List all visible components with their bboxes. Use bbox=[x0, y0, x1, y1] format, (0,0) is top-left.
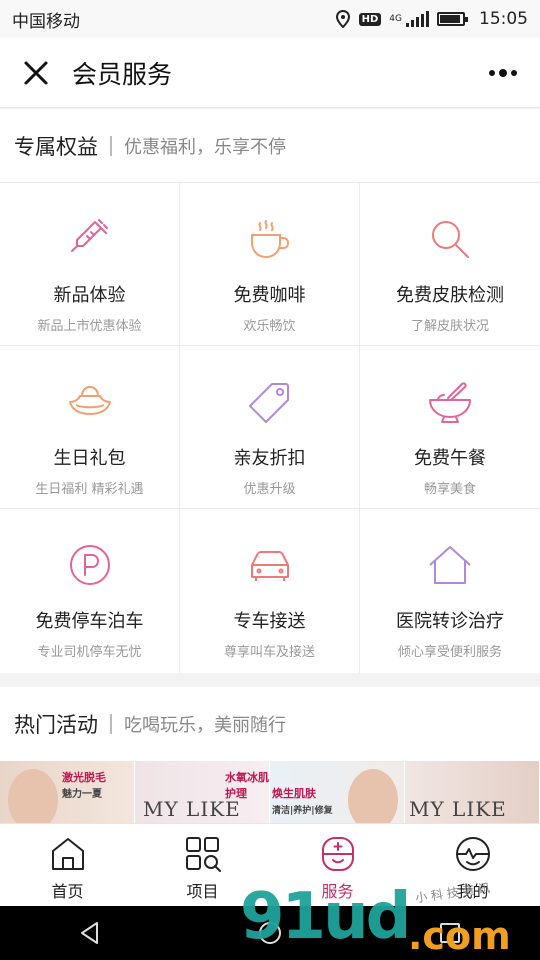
hd-badge: HD bbox=[358, 12, 382, 26]
nav-bar: 会员服务 bbox=[0, 38, 540, 108]
section-divider bbox=[110, 135, 112, 156]
benefits-grid: 新品体验 新品上市优惠体验 免费咖啡 欢乐畅饮 免费皮肤检测 了解皮肤状况 生日… bbox=[0, 183, 540, 673]
tab-service[interactable]: 服务 bbox=[270, 824, 405, 906]
tab-label: 项目 bbox=[186, 882, 219, 901]
benefit-title: 新品体验 bbox=[53, 285, 126, 306]
more-dot-icon bbox=[489, 70, 495, 76]
coffee-cup-icon bbox=[250, 220, 289, 259]
benefit-subtitle: 畅享美食 bbox=[423, 482, 476, 497]
benefit-subtitle: 优惠升级 bbox=[243, 482, 296, 497]
model-face-image bbox=[8, 769, 58, 823]
more-dot-icon bbox=[499, 69, 507, 77]
benefit-title: 医院转诊治疗 bbox=[396, 611, 504, 632]
benefit-title: 亲友折扣 bbox=[233, 448, 306, 469]
tab-profile[interactable]: 我的 bbox=[405, 824, 540, 906]
benefit-skin-test[interactable]: 免费皮肤检测 了解皮肤状况 bbox=[360, 183, 540, 346]
benefit-birthday-gift[interactable]: 生日礼包 生日福利 精彩礼遇 bbox=[0, 346, 180, 509]
price-tag-icon bbox=[248, 383, 289, 423]
banner-slide: 激光脱毛 魅力一夏 bbox=[0, 761, 135, 823]
benefit-title: 免费咖啡 bbox=[233, 285, 306, 306]
carrier-label: 中国移动 bbox=[12, 11, 80, 32]
tab-label: 服务 bbox=[321, 882, 354, 901]
battery-icon bbox=[437, 12, 468, 26]
banner-promo-subtext: 魅力一夏 bbox=[62, 789, 102, 800]
activities-header: 热门活动 吃喝玩乐，美丽随行 bbox=[0, 687, 540, 761]
benefit-car-pickup[interactable]: 专车接送 尊享叫车及接送 bbox=[180, 509, 360, 673]
car-icon bbox=[250, 551, 289, 581]
model-face-image bbox=[348, 769, 398, 823]
house-icon bbox=[429, 546, 471, 584]
benefit-title: 专车接送 bbox=[233, 611, 306, 632]
benefit-subtitle: 倾心享受便利服务 bbox=[397, 645, 502, 660]
benefit-subtitle: 专业司机停车无忧 bbox=[37, 645, 142, 660]
banner-slide: 焕生肌肤 清洁|养护|修复 bbox=[270, 761, 405, 823]
activity-banner[interactable]: 激光脱毛 魅力一夏 MY LIKE 水氧冰肌护理 焕生肌肤 清洁|养护|修复 M… bbox=[0, 761, 540, 823]
benefit-friend-discount[interactable]: 亲友折扣 优惠升级 bbox=[180, 346, 360, 509]
banner-promo-text: 激光脱毛 bbox=[62, 771, 106, 784]
tab-label: 首页 bbox=[51, 882, 84, 901]
banner-promo-text: 焕生肌肤 bbox=[272, 787, 316, 800]
section-divider bbox=[110, 714, 112, 734]
gold-ingot-icon bbox=[68, 386, 111, 415]
home-circle-icon[interactable] bbox=[257, 920, 283, 946]
status-icons: HD 4G 15:05 bbox=[335, 9, 528, 29]
page-title: 会员服务 bbox=[72, 59, 173, 89]
more-dot-icon bbox=[511, 70, 517, 76]
section-title: 专属权益 bbox=[14, 134, 98, 159]
bottom-tab-bar: 首页 项目 服务 我的 bbox=[0, 823, 540, 906]
close-button[interactable] bbox=[0, 38, 72, 108]
benefit-title: 免费午餐 bbox=[414, 448, 486, 469]
signal-icon bbox=[406, 11, 429, 27]
recents-icon[interactable] bbox=[437, 920, 463, 946]
banner-promo-text: 水氧冰肌护理 bbox=[225, 771, 269, 800]
grid-search-icon bbox=[185, 837, 221, 872]
home-icon bbox=[51, 838, 84, 870]
benefit-free-lunch[interactable]: 免费午餐 畅享美食 bbox=[360, 346, 540, 509]
benefit-subtitle: 生日福利 精彩礼遇 bbox=[35, 482, 144, 497]
benefit-subtitle: 尊享叫车及接送 bbox=[223, 645, 315, 660]
benefit-subtitle: 新品上市优惠体验 bbox=[37, 319, 142, 334]
syringe-icon bbox=[70, 219, 108, 252]
section-spacer bbox=[0, 673, 540, 687]
section-title: 热门活动 bbox=[14, 713, 98, 737]
section-subtitle: 优惠福利，乐享不停 bbox=[124, 136, 286, 158]
banner-slide: MY LIKE 水氧冰肌护理 bbox=[135, 761, 270, 823]
benefit-title: 免费皮肤检测 bbox=[396, 285, 504, 306]
system-nav-bar bbox=[0, 906, 540, 960]
banner-promo-subtext: 清洁|养护|修复 bbox=[272, 806, 333, 816]
benefits-header: 专属权益 优惠福利，乐享不停 bbox=[0, 109, 540, 183]
location-icon bbox=[335, 10, 350, 28]
parking-icon bbox=[69, 545, 110, 585]
benefit-subtitle: 了解皮肤状况 bbox=[410, 319, 489, 334]
status-bar: 中国移动 HD 4G 15:05 bbox=[0, 0, 540, 38]
service-icon bbox=[321, 837, 354, 871]
section-subtitle: 吃喝玩乐，美丽随行 bbox=[124, 715, 286, 736]
benefit-hospital-referral[interactable]: 医院转诊治疗 倾心享受便利服务 bbox=[360, 509, 540, 673]
back-icon[interactable] bbox=[77, 920, 103, 946]
benefit-free-parking[interactable]: 免费停车泊车 专业司机停车无忧 bbox=[0, 509, 180, 673]
network-label: 4G bbox=[389, 13, 402, 24]
benefit-title: 免费停车泊车 bbox=[35, 611, 144, 632]
mortar-bowl-icon bbox=[429, 382, 471, 423]
magnifier-icon bbox=[432, 221, 469, 258]
clock: 15:05 bbox=[479, 9, 528, 29]
tab-label: 我的 bbox=[456, 882, 489, 901]
benefit-subtitle: 欢乐畅饮 bbox=[243, 319, 296, 334]
banner-brand: MY LIKE bbox=[409, 797, 507, 821]
benefit-title: 生日礼包 bbox=[53, 448, 126, 469]
benefit-new-product[interactable]: 新品体验 新品上市优惠体验 bbox=[0, 183, 180, 346]
tab-projects[interactable]: 项目 bbox=[135, 824, 270, 906]
banner-slide: MY LIKE bbox=[405, 761, 540, 823]
close-icon bbox=[24, 61, 48, 84]
profile-icon bbox=[455, 837, 490, 871]
tab-home[interactable]: 首页 bbox=[0, 824, 135, 906]
more-menu-button[interactable] bbox=[486, 60, 520, 86]
benefit-free-coffee[interactable]: 免费咖啡 欢乐畅饮 bbox=[180, 183, 360, 346]
